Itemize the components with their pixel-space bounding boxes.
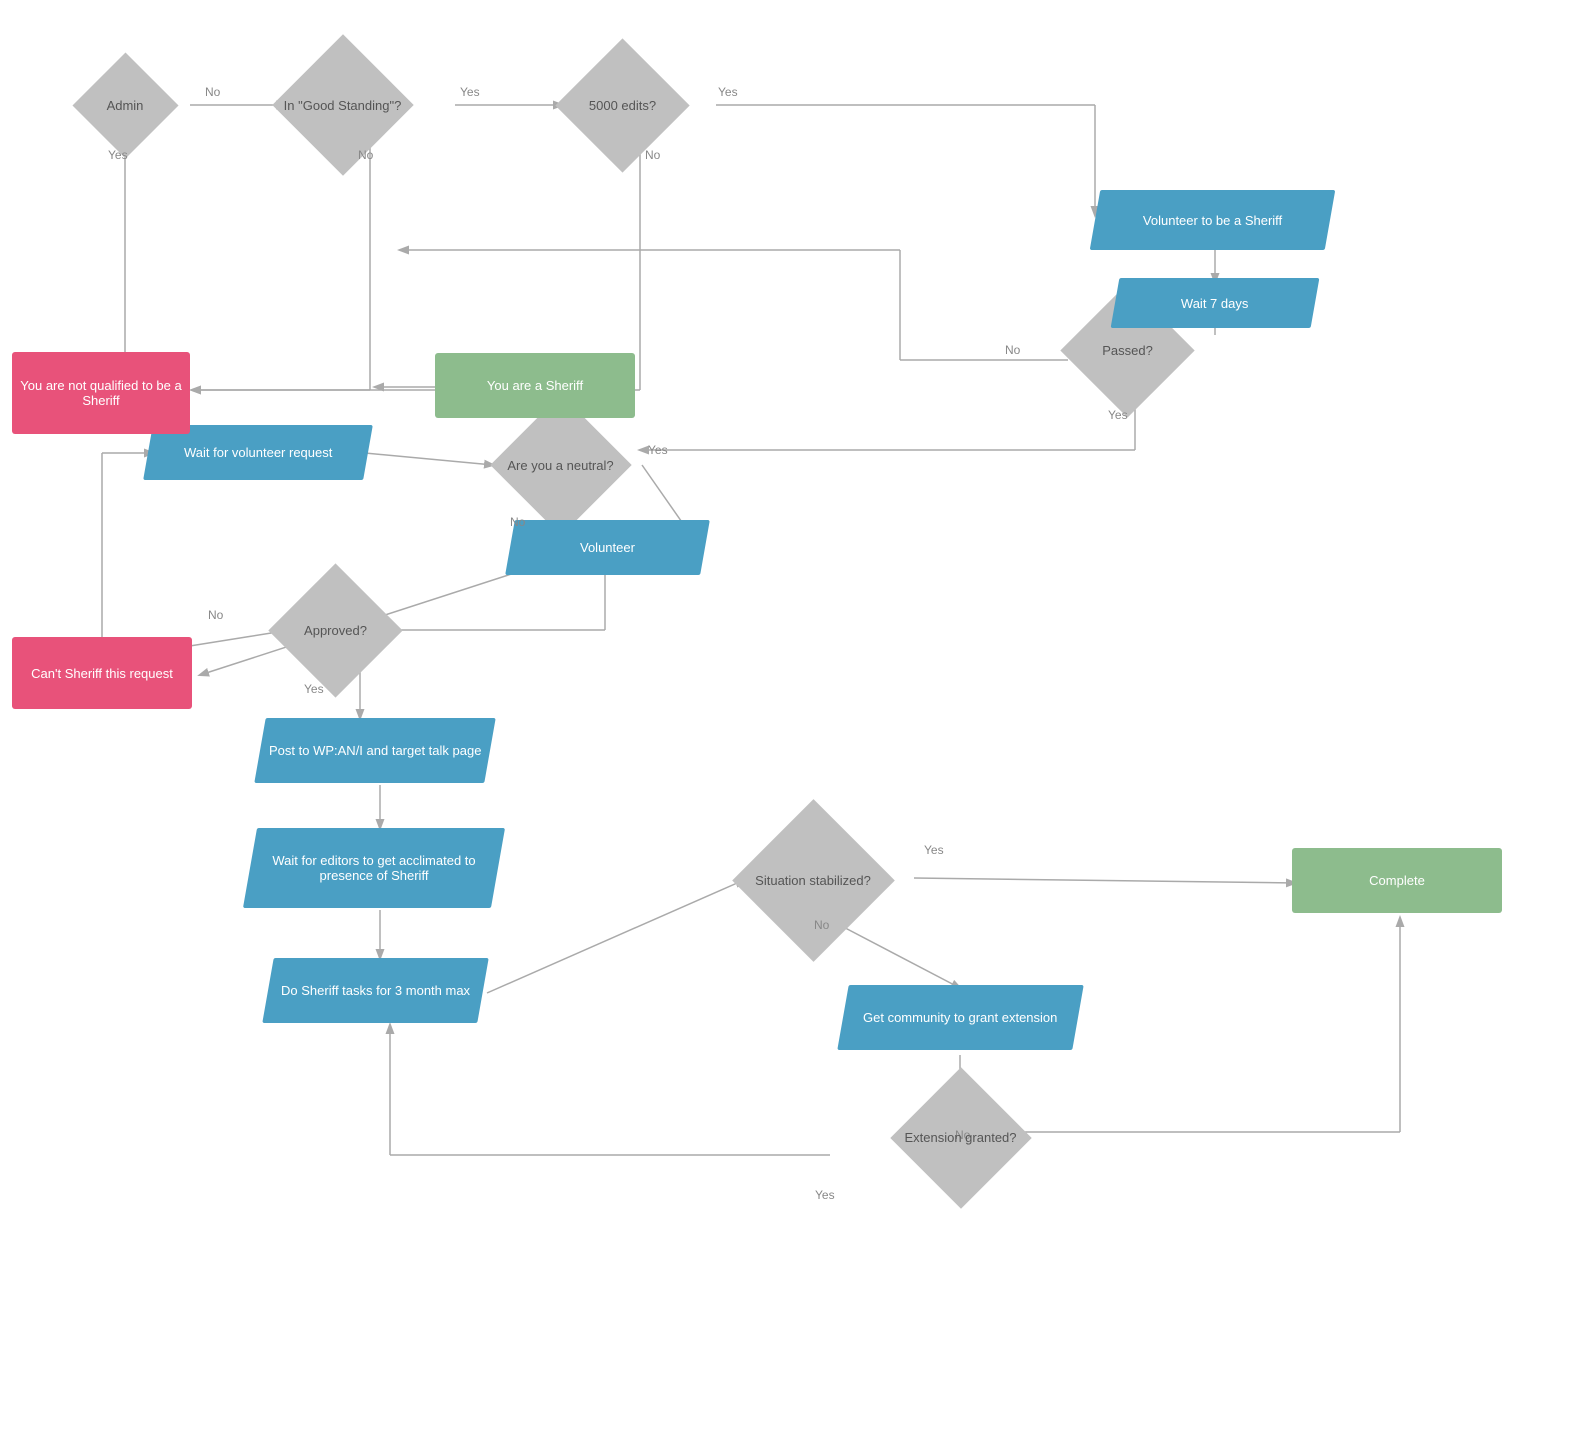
diamond-good-standing: In "Good Standing"?	[255, 60, 430, 150]
parallelogram-sheriff-tasks: Do Sheriff tasks for 3 month max	[262, 958, 488, 1023]
diamond-situation: Situation stabilized?	[718, 830, 908, 930]
label-no-gs: No	[358, 148, 373, 162]
rect-cant-sheriff: Can't Sheriff this request	[12, 637, 192, 709]
label-no-1: No	[205, 85, 220, 99]
flowchart: Admin In "Good Standing"? 5000 edits? Pa…	[0, 0, 1578, 1434]
label-no-approved: No	[208, 608, 223, 622]
parallelogram-wait-editors: Wait for editors to get acclimated to pr…	[243, 828, 505, 908]
label-no-situation: No	[814, 918, 829, 932]
label-yes-2: Yes	[718, 85, 738, 99]
diamond-5000-edits: 5000 edits?	[545, 60, 700, 150]
diamond-extension: Extension granted?	[878, 1090, 1043, 1185]
diamond-approved: Approved?	[258, 585, 413, 675]
parallelogram-volunteer: Volunteer	[505, 520, 710, 575]
label-yes-admin: Yes	[108, 148, 128, 162]
label-no-neutral: No	[510, 515, 525, 529]
label-yes-extension: Yes	[815, 1188, 835, 1202]
label-yes-passed: Yes	[1108, 408, 1128, 422]
rect-you-are-sheriff: You are a Sheriff	[435, 353, 635, 418]
rect-not-qualified: You are not qualified to be a Sheriff	[12, 352, 190, 434]
parallelogram-get-community: Get community to grant extension	[837, 985, 1083, 1050]
label-no-passed: No	[1005, 343, 1020, 357]
connectors-svg	[0, 0, 1578, 1434]
parallelogram-volunteer-sheriff: Volunteer to be a Sheriff	[1090, 190, 1336, 250]
parallelogram-wait-7-days: Wait 7 days	[1111, 278, 1320, 328]
diamond-admin: Admin	[60, 65, 190, 145]
parallelogram-post-wp: Post to WP:AN/I and target talk page	[254, 718, 495, 783]
diamond-neutral: Are you a neutral?	[478, 415, 643, 515]
label-yes-approved: Yes	[304, 682, 324, 696]
label-no-edits: No	[645, 148, 660, 162]
rect-complete: Complete	[1292, 848, 1502, 913]
label-yes-situation: Yes	[924, 843, 944, 857]
label-yes-1: Yes	[460, 85, 480, 99]
label-yes-neutral: Yes	[648, 443, 668, 457]
